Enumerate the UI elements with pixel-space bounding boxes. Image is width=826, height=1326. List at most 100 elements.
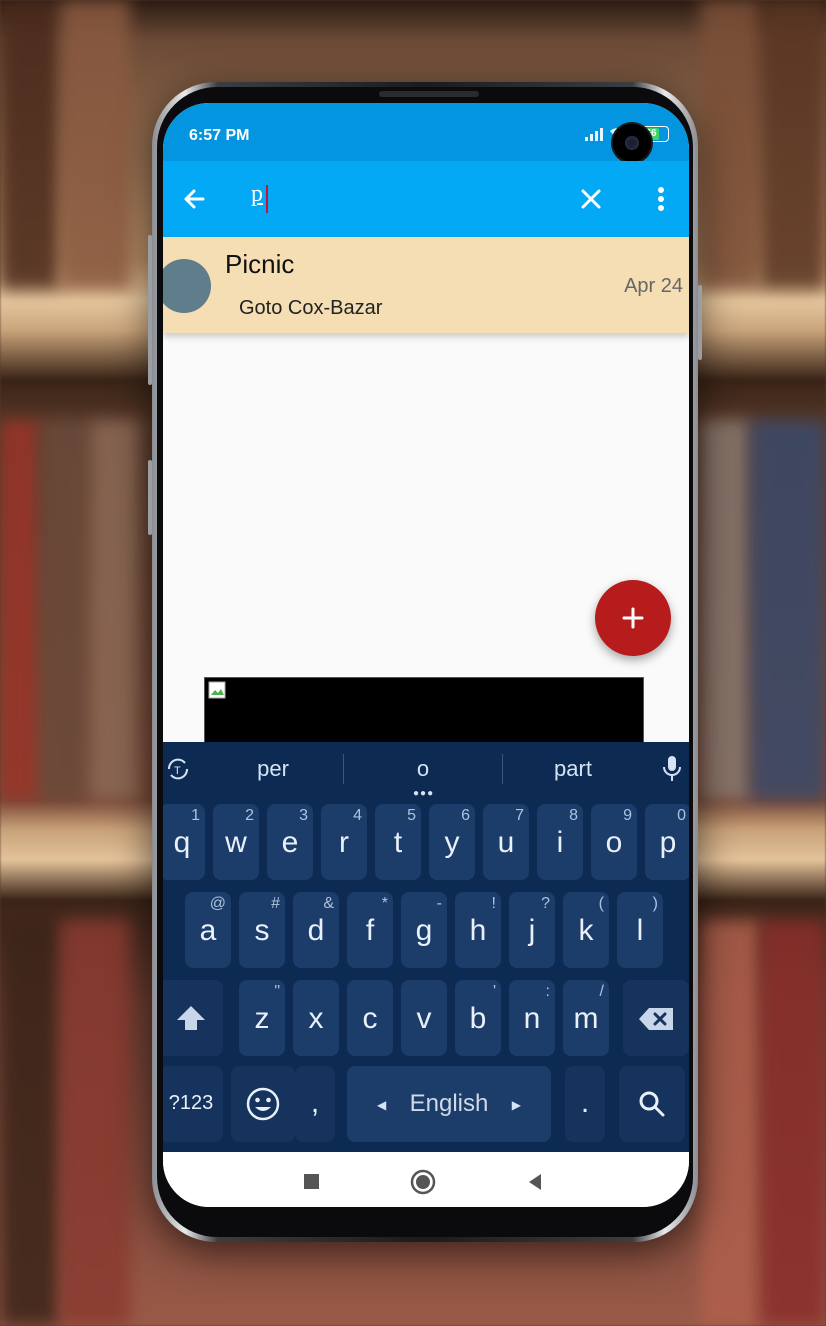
suggestion-divider — [343, 754, 344, 784]
key-a[interactable]: @ a — [185, 892, 231, 968]
shift-icon — [177, 1006, 205, 1030]
key-t[interactable]: 5t — [375, 804, 421, 880]
key-s[interactable]: # s — [239, 892, 285, 968]
emoji-key[interactable] — [231, 1066, 295, 1142]
key-hint: @ — [209, 895, 226, 912]
key-c[interactable]: c — [347, 980, 393, 1056]
period-key[interactable]: . — [565, 1066, 605, 1142]
key-hint: / — [599, 983, 604, 1000]
key-f[interactable]: * f — [347, 892, 393, 968]
key-hint: 1 — [191, 807, 200, 824]
key-hint: & — [323, 895, 334, 912]
status-bar: 6:57 PM 66 — [163, 103, 689, 162]
key-g[interactable]: -g — [401, 892, 447, 968]
ad-banner[interactable] — [204, 677, 644, 745]
key-o[interactable]: 9o — [591, 804, 637, 880]
circle-icon — [410, 1169, 436, 1195]
key-hint: 4 — [353, 807, 362, 824]
key-hint: 6 — [461, 807, 470, 824]
clear-search-button[interactable] — [571, 179, 611, 219]
key-v[interactable]: v — [401, 980, 447, 1056]
key-hint: 8 — [569, 807, 578, 824]
suggestion-1[interactable]: per — [223, 756, 323, 782]
key-label: k — [578, 914, 594, 947]
key-z[interactable]: " z — [239, 980, 285, 1056]
home-button[interactable] — [403, 1162, 443, 1202]
key-label: i — [556, 826, 564, 859]
item-date: Apr 24 — [624, 275, 683, 297]
key-label: r — [339, 826, 349, 859]
more-suggestions-icon[interactable]: ●●● — [413, 788, 434, 799]
key-l[interactable]: ) l — [617, 892, 663, 968]
soft-keyboard: T per o ●●● part ?123 , ◀ English ▶ . 1 … — [163, 742, 689, 1152]
key-label: v — [416, 1002, 432, 1035]
key-d[interactable]: & d — [293, 892, 339, 968]
shift-key[interactable] — [163, 980, 223, 1056]
search-icon — [639, 1091, 665, 1117]
key-label: h — [469, 914, 487, 947]
backspace-key[interactable] — [623, 980, 689, 1056]
translate-icon[interactable]: T — [165, 756, 191, 782]
key-y[interactable]: 6y — [429, 804, 475, 880]
key-h[interactable]: ! h — [455, 892, 501, 968]
key-label: q — [173, 826, 191, 859]
key-label: g — [415, 914, 433, 947]
broken-image-icon — [208, 681, 226, 699]
key-label: d — [307, 914, 325, 947]
screen: 6:57 PM 66 p Picnic Goto Cox-Bazar Apr 2… — [163, 103, 689, 1207]
item-subtitle: Goto Cox-Bazar — [239, 297, 383, 319]
key-w[interactable]: 2w — [213, 804, 259, 880]
suggestion-2[interactable]: o — [373, 756, 473, 782]
key-hint: ) — [652, 895, 658, 912]
key-n[interactable]: :n — [509, 980, 555, 1056]
suggestion-3[interactable]: part — [523, 756, 623, 782]
key-hint: 0 — [677, 807, 686, 824]
key-label: y — [444, 826, 460, 859]
key-r[interactable]: 4r — [321, 804, 367, 880]
key-j[interactable]: ? j — [509, 892, 555, 968]
list-item[interactable]: Picnic Goto Cox-Bazar Apr 24 — [163, 237, 689, 333]
key-label: m — [573, 1002, 599, 1035]
close-icon — [581, 189, 601, 209]
key-b[interactable]: ' b — [455, 980, 501, 1056]
search-app-bar: p — [163, 161, 689, 237]
key-k[interactable]: (k — [563, 892, 609, 968]
arrow-left-icon — [184, 189, 205, 209]
key-label: c — [362, 1002, 378, 1035]
symbols-key[interactable]: ?123 — [163, 1066, 223, 1142]
key-label: z — [254, 1002, 270, 1035]
square-icon — [304, 1174, 319, 1189]
key-hint: ' — [492, 983, 496, 1000]
bixby-button — [148, 460, 152, 535]
key-label: w — [225, 826, 247, 859]
key-label: e — [281, 826, 299, 859]
key-q[interactable]: 1q — [163, 804, 205, 880]
key-u[interactable]: 7u — [483, 804, 529, 880]
volume-button — [148, 235, 152, 385]
key-p[interactable]: 0p — [645, 804, 689, 880]
comma-key[interactable]: , — [295, 1066, 335, 1142]
key-e[interactable]: 3e — [267, 804, 313, 880]
text-caret — [266, 185, 268, 213]
key-x[interactable]: x — [293, 980, 339, 1056]
key-label: p — [659, 826, 677, 859]
back-nav-button[interactable] — [515, 1162, 555, 1202]
key-label: l — [636, 914, 644, 947]
key-i[interactable]: 8i — [537, 804, 583, 880]
search-key[interactable] — [619, 1066, 685, 1142]
search-input[interactable]: p — [251, 181, 263, 208]
key-label: u — [497, 826, 515, 859]
key-hint: ( — [598, 895, 604, 912]
emoji-icon — [246, 1087, 280, 1121]
back-button[interactable] — [175, 179, 215, 219]
microphone-icon[interactable] — [661, 754, 683, 784]
key-label: x — [308, 1002, 324, 1035]
item-title: Picnic — [225, 249, 295, 279]
key-hint: 5 — [407, 807, 416, 824]
recents-button[interactable] — [291, 1162, 331, 1202]
overflow-menu-button[interactable] — [641, 179, 681, 219]
add-button[interactable] — [595, 580, 671, 656]
key-label: s — [254, 914, 270, 947]
space-key[interactable]: ◀ English ▶ — [347, 1066, 551, 1142]
key-m[interactable]: / m — [563, 980, 609, 1056]
